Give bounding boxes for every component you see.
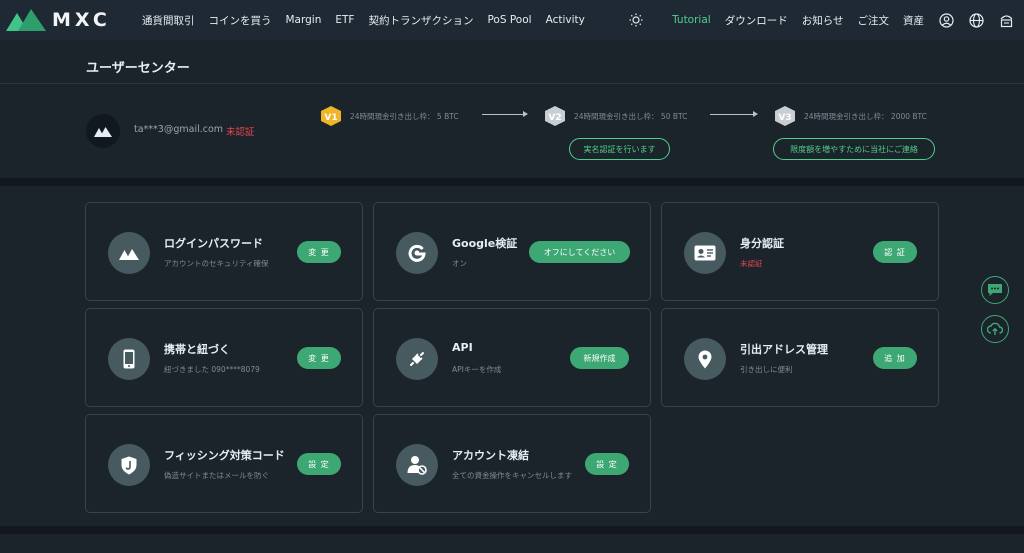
card-desc: 引き出しに便利 xyxy=(740,365,793,374)
card-anti-phishing: フィッシング対策コード 偽造サイトまたはメールを防ぐ 設 定 xyxy=(85,414,363,513)
v3-badge-icon: V3 xyxy=(774,106,796,126)
card-desc: 未認証 xyxy=(740,259,763,268)
card-title: ログインパスワード xyxy=(164,237,263,250)
create-api-key-button[interactable]: 新規作成 xyxy=(570,347,629,369)
logo[interactable]: MXC xyxy=(6,8,136,32)
card-title: フィッシング対策コード xyxy=(164,449,285,462)
nav-pos-pool[interactable]: PoS Pool xyxy=(487,14,531,26)
user-block-icon xyxy=(396,444,438,486)
contact-limit-button[interactable]: 限度額を増やすために当社にご連絡 xyxy=(773,138,935,160)
nav-download[interactable]: ダウンロード xyxy=(725,13,788,28)
v1-limit: 24時間現金引き出し枠： 5 BTC xyxy=(350,111,459,121)
level-v2: V2 24時間現金引き出し枠： 50 BTC xyxy=(544,106,687,126)
card-title: アカウント凍結 xyxy=(452,449,529,462)
set-anti-phishing-button[interactable]: 設 定 xyxy=(297,453,341,475)
nav-tutorial[interactable]: Tutorial xyxy=(672,14,711,26)
chat-icon[interactable] xyxy=(981,276,1009,304)
id-card-icon xyxy=(684,232,726,274)
verification-status: 未認証 xyxy=(226,127,255,138)
shield-icon xyxy=(108,444,150,486)
user-info-panel: ta***3@gmail.com 未認証 V1 24時間現金引き出し枠： 5 B… xyxy=(0,84,1024,178)
card-desc: 偽造サイトまたはメールを防ぐ xyxy=(164,471,269,480)
v2-badge-icon: V2 xyxy=(544,106,566,126)
card-desc: アカウントのセキュリティ確保 xyxy=(164,259,269,268)
mxc-logo-icon xyxy=(6,8,46,32)
card-withdraw-address: 引出アドレス管理 引き出しに便利 追 加 xyxy=(661,308,939,407)
v2-badge-text: V2 xyxy=(548,113,561,123)
verify-identity-button[interactable]: 実名認証を行います xyxy=(569,138,670,160)
printer-icon[interactable] xyxy=(998,12,1014,28)
avatar xyxy=(86,114,120,148)
nav-buy-crypto[interactable]: コインを買う xyxy=(209,13,272,28)
location-pin-icon xyxy=(684,338,726,380)
section-divider xyxy=(0,526,1024,534)
google-icon xyxy=(396,232,438,274)
user-center-header: ユーザーセンター xyxy=(0,40,1024,84)
user-email: ta***3@gmail.com xyxy=(134,124,224,135)
nav-spot-trading[interactable]: 通貨間取引 xyxy=(142,13,195,28)
plug-icon xyxy=(396,338,438,380)
card-title: 身分認証 xyxy=(740,237,784,250)
cloud-upload-icon[interactable] xyxy=(981,315,1009,343)
disable-google-auth-button[interactable]: オフにしてください xyxy=(529,241,630,263)
globe-icon[interactable] xyxy=(968,12,984,28)
nav-news[interactable]: お知らせ xyxy=(802,13,844,28)
change-phone-button[interactable]: 変 更 xyxy=(297,347,341,369)
user-icon[interactable] xyxy=(938,12,954,28)
nav-assets[interactable]: 資産 xyxy=(903,13,924,28)
level-v3: V3 24時間現金引き出し枠： 2000 BTC xyxy=(774,106,927,126)
card-desc: 紐づきました 090****8079 xyxy=(164,365,260,374)
card-login-password: ログインパスワード アカウントのセキュリティ確保 変 更 xyxy=(85,202,363,301)
card-google-auth: Google検証 オン オフにしてください xyxy=(373,202,651,301)
nav-margin[interactable]: Margin xyxy=(286,14,322,26)
v3-limit: 24時間現金引き出し枠： 2000 BTC xyxy=(804,111,927,121)
page-title: ユーザーセンター xyxy=(86,61,190,76)
verify-button[interactable]: 認 証 xyxy=(873,241,917,263)
section-divider xyxy=(0,178,1024,186)
v1-badge-text: V1 xyxy=(324,113,337,123)
change-password-button[interactable]: 変 更 xyxy=(297,241,341,263)
card-title: Google検証 xyxy=(452,237,518,250)
card-api: API APIキーを作成 新規作成 xyxy=(373,308,651,407)
mobile-phone-icon xyxy=(108,338,150,380)
main-menu: 通貨間取引 コインを買う Margin ETF 契約トランザクション PoS P… xyxy=(142,13,599,28)
footer-area xyxy=(0,534,1024,553)
sun-icon[interactable] xyxy=(628,12,644,28)
level-v1: V1 24時間現金引き出し枠： 5 BTC xyxy=(320,106,459,126)
card-phone-binding: 携帯と紐づく 紐づきました 090****8079 変 更 xyxy=(85,308,363,407)
card-identity: 身分認証 未認証 認 証 xyxy=(661,202,939,301)
v3-badge-text: V3 xyxy=(778,113,791,123)
brand-name: MXC xyxy=(52,9,111,31)
security-settings-grid: ログインパスワード アカウントのセキュリティ確保 変 更 Google検証 オン… xyxy=(0,186,1024,526)
card-title: API xyxy=(452,341,473,354)
card-desc: 全ての資金操作をキャンセルします xyxy=(452,471,572,480)
arrow-right-icon xyxy=(482,111,528,117)
v2-limit: 24時間現金引き出し枠： 50 BTC xyxy=(574,111,688,121)
card-title: 携帯と紐づく xyxy=(164,343,230,356)
nav-etf[interactable]: ETF xyxy=(335,14,354,26)
set-account-freeze-button[interactable]: 設 定 xyxy=(585,453,629,475)
card-title: 引出アドレス管理 xyxy=(740,343,828,356)
card-desc: APIキーを作成 xyxy=(452,365,502,374)
v1-badge-icon: V1 xyxy=(320,106,342,126)
nav-right: Tutorial ダウンロード お知らせ ご注文 資産 xyxy=(614,0,1014,40)
nav-activity[interactable]: Activity xyxy=(546,14,585,26)
nav-orders[interactable]: ご注文 xyxy=(858,13,890,28)
nav-contract[interactable]: 契約トランザクション xyxy=(368,13,473,28)
mxc-logo-icon xyxy=(108,232,150,274)
card-account-freeze: アカウント凍結 全ての資金操作をキャンセルします 設 定 xyxy=(373,414,651,513)
add-address-button[interactable]: 追 加 xyxy=(873,347,917,369)
top-navbar: MXC 通貨間取引 コインを買う Margin ETF 契約トランザクション P… xyxy=(0,0,1024,40)
arrow-right-icon xyxy=(710,111,758,117)
